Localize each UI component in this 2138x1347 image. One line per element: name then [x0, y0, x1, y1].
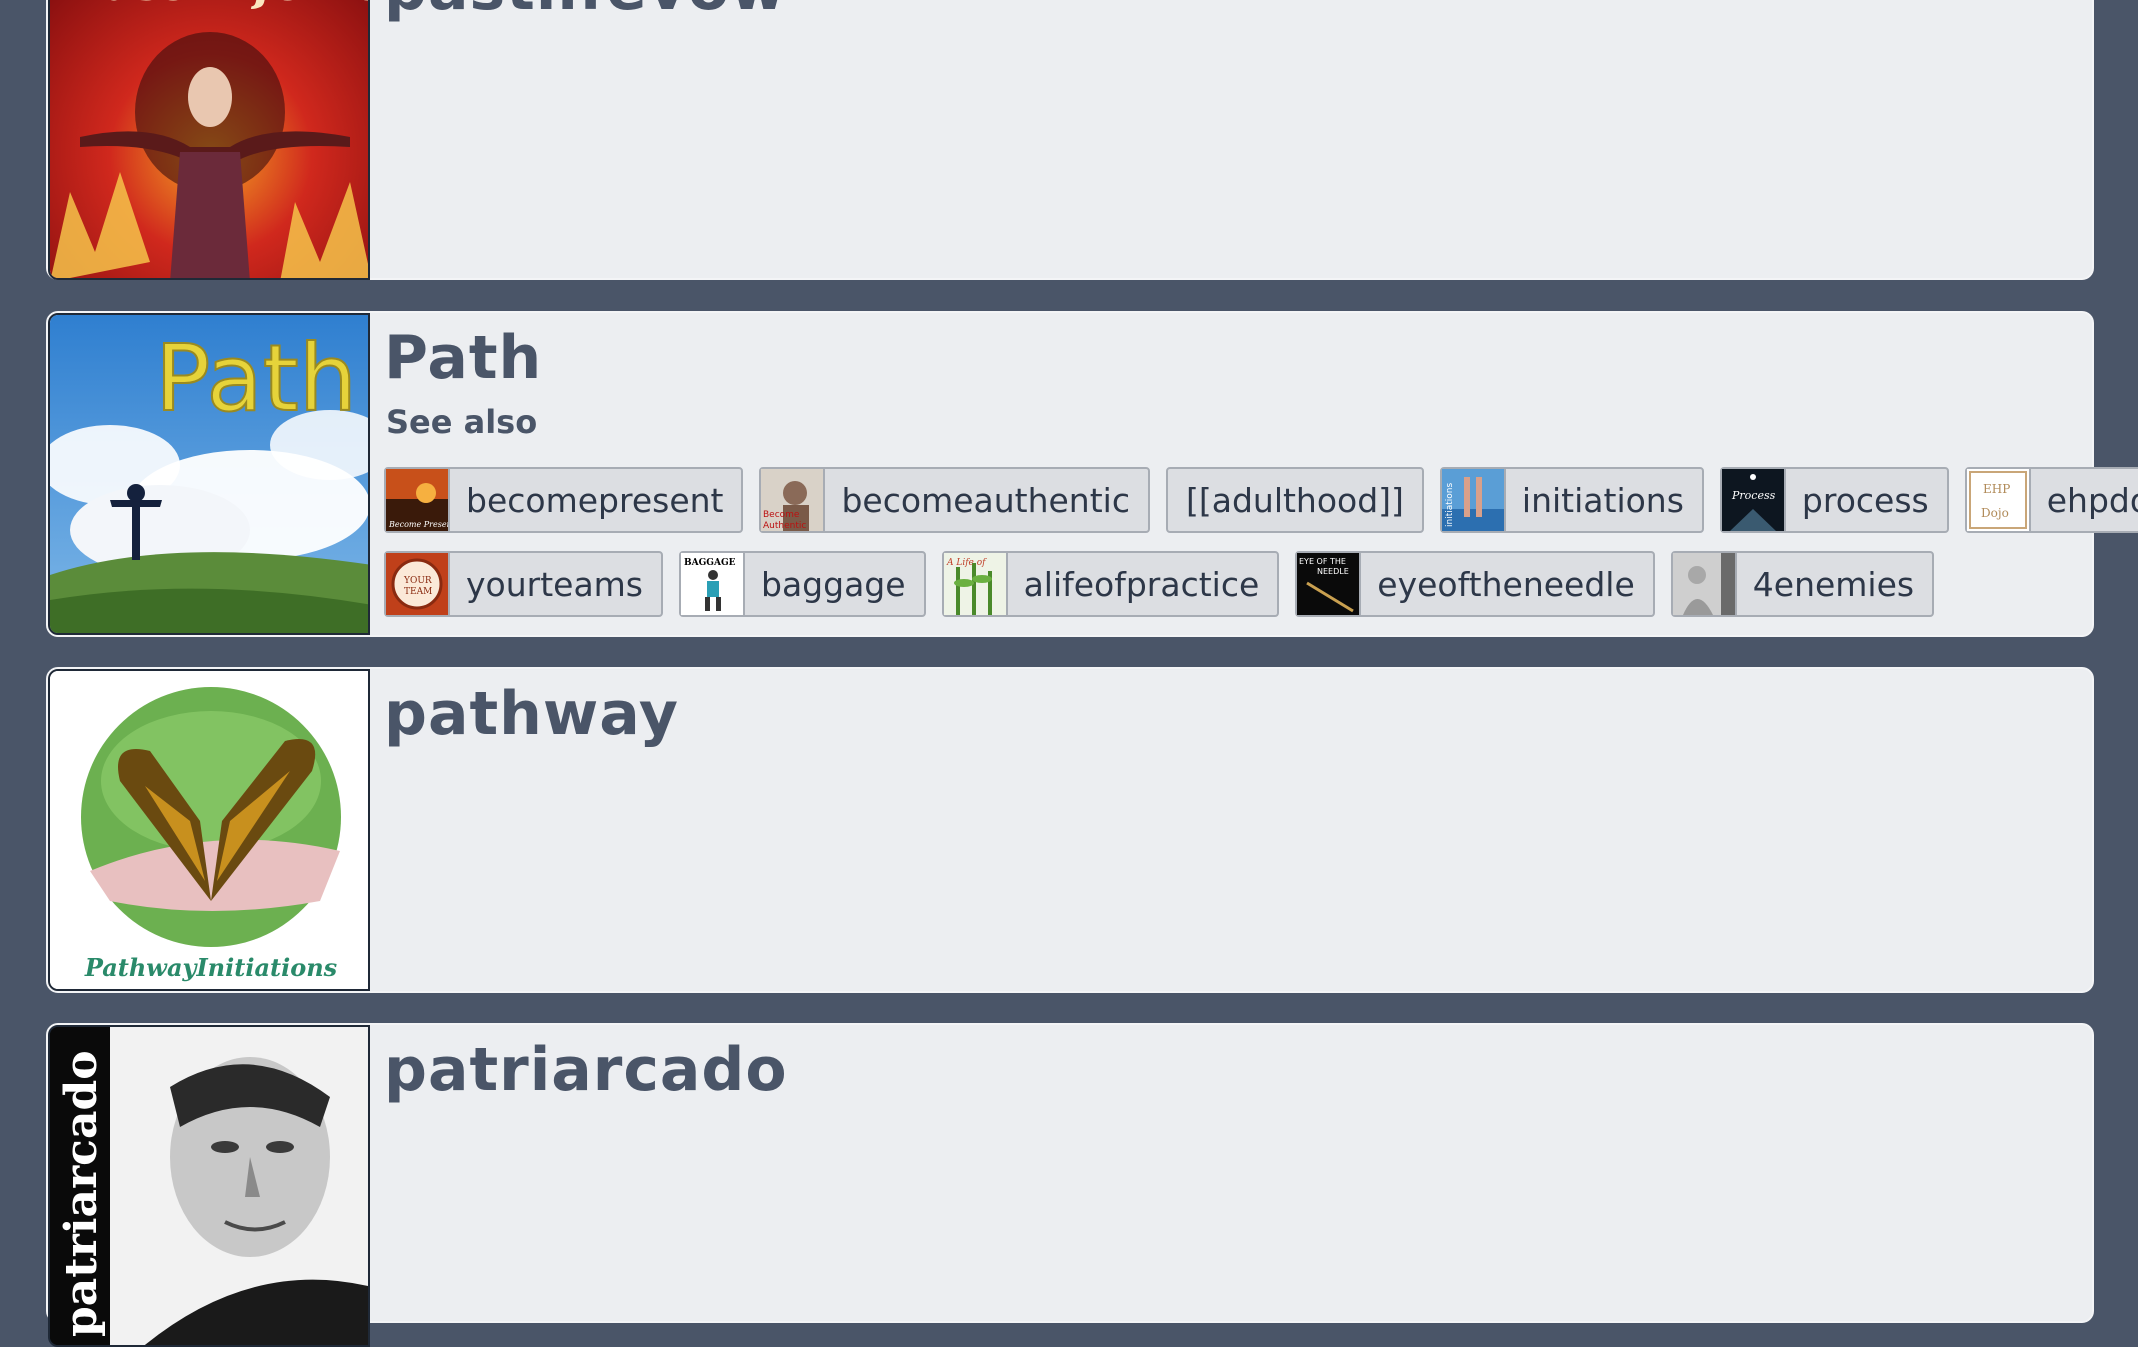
chip-ehpdojo[interactable]: EHP Dojo ehpdojo: [1964, 467, 2138, 533]
entry-card-pastlifevow: Past Life Vow pastlifevow: [46, 0, 2094, 280]
chip-baggage[interactable]: BAGGAGE baggage: [679, 551, 926, 617]
chip-becomepresent[interactable]: Become Present becomepresent: [384, 467, 744, 533]
see-also-row-1: Become Present becomepresent BecomeAuthe…: [384, 467, 2138, 533]
person-with-bag-icon: BAGGAGE: [681, 553, 746, 615]
chip-label: 4enemies: [1752, 564, 1915, 604]
pathway-thumbnail[interactable]: PathwayInitiations: [48, 669, 370, 991]
dojo-logo-icon: EHP Dojo: [1966, 469, 2031, 531]
patriarcado-thumbnail[interactable]: patriarcado: [48, 1025, 370, 1347]
chip-label: becomeauthentic: [841, 480, 1130, 520]
chip-label: yourteams: [466, 564, 644, 604]
sunset-icon: Become Present: [386, 469, 450, 531]
chip-label: alifeofpractice: [1023, 564, 1260, 604]
svg-text:A Life of: A Life of: [946, 558, 987, 568]
entry-title[interactable]: pastlifevow: [384, 0, 787, 24]
needle-icon: EYE OF THE NEEDLE: [1297, 553, 1362, 615]
chip-label: initiations: [1521, 480, 1684, 520]
feet-on-water-icon: initiations: [1441, 469, 1506, 531]
chip-label: process: [1801, 480, 1929, 520]
chip-yourteams[interactable]: YOUR TEAM yourteams: [384, 551, 664, 617]
thumbnail-caption: Past Life Vow: [68, 0, 370, 12]
svg-text:YOUR: YOUR: [403, 576, 432, 586]
see-also-row-2: YOUR TEAM yourteams BAGGAGE baggage A Lif…: [384, 551, 1935, 617]
svg-text:NEEDLE: NEEDLE: [1317, 567, 1349, 576]
svg-text:EYE OF THE: EYE OF THE: [1299, 557, 1346, 566]
portrait-icon: Become Authentic: [761, 469, 826, 531]
team-circle-icon: YOUR TEAM: [386, 553, 450, 615]
svg-text:TEAM: TEAM: [404, 587, 432, 597]
chip-label: ehpdojo: [2046, 480, 2138, 520]
entry-title[interactable]: pathway: [384, 679, 679, 749]
chip-eyeoftheneedle[interactable]: EYE OF THE NEEDLE eyeoftheneedle: [1295, 551, 1655, 617]
chip-becomeauthentic[interactable]: Become Authentic becomeauthentic: [759, 467, 1150, 533]
chip-adulthood[interactable]: [[adulthood]]: [1165, 467, 1424, 533]
bamboo-icon: A Life of: [943, 553, 1008, 615]
pastlifevow-thumbnail[interactable]: Past Life Vow: [48, 0, 370, 280]
screaming-figure-flames-image: Past Life Vow: [50, 0, 370, 278]
svg-text:initiations: initiations: [1445, 483, 1455, 527]
sketch-figure-icon: [1672, 553, 1737, 615]
svg-text:EHP: EHP: [1983, 482, 2010, 496]
light-stage-icon: Process: [1721, 469, 1786, 531]
thumbnail-caption: patriarcado: [56, 1050, 107, 1337]
chip-alifeofpractice[interactable]: A Life of alifeofpractice: [941, 551, 1280, 617]
chip-label: becomepresent: [466, 480, 724, 520]
svg-text:Become: Become: [763, 510, 800, 520]
figure-on-hill-sky-image: Path: [50, 315, 368, 633]
godfather-portrait-image: patriarcado: [50, 1027, 368, 1345]
svg-text:Authentic: Authentic: [763, 521, 806, 531]
svg-text:Dojo: Dojo: [1981, 506, 2009, 520]
svg-text:Process: Process: [1731, 489, 1776, 502]
chip-4enemies[interactable]: 4enemies: [1670, 551, 1935, 617]
entry-title[interactable]: patriarcado: [384, 1035, 788, 1105]
path-thumbnail[interactable]: Path: [48, 313, 370, 635]
chip-initiations[interactable]: initiations initiations: [1439, 467, 1704, 533]
chip-label: [[adulthood]]: [1185, 480, 1404, 520]
chip-label: eyeoftheneedle: [1377, 564, 1635, 604]
chip-process[interactable]: Process process: [1719, 467, 1949, 533]
thumbnail-caption: Path: [155, 325, 357, 432]
svg-text:Become Present: Become Present: [388, 520, 448, 529]
entry-card-pathway: PathwayInitiations pathway: [46, 667, 2094, 993]
entry-card-path: Path Path See also Become Present become…: [46, 311, 2138, 637]
entry-title[interactable]: Path: [384, 323, 542, 393]
see-also-heading: See also: [386, 403, 538, 441]
svg-text:BAGGAGE: BAGGAGE: [684, 558, 736, 568]
thumbnail-caption: PathwayInitiations: [84, 953, 338, 982]
butterfly-on-hand-image: PathwayInitiations: [50, 671, 368, 989]
entry-card-patriarcado: patriarcado patriarcado: [46, 1023, 2094, 1347]
chip-label: baggage: [761, 564, 906, 604]
